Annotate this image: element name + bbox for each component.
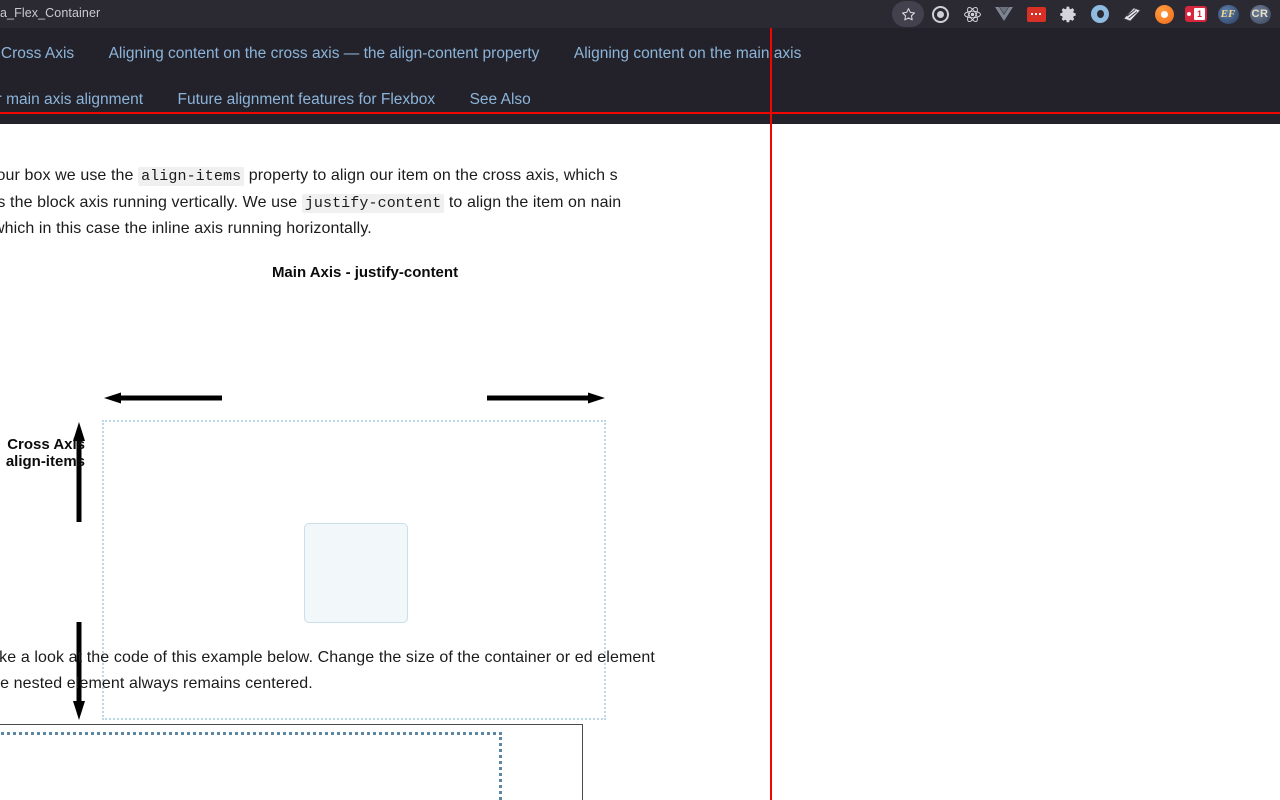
star-icon	[901, 7, 916, 22]
star-pill[interactable]	[892, 1, 924, 27]
cr-badge-icon-button[interactable]: CR	[1244, 0, 1276, 28]
flexbox-axis-diagram: Main Axis - justify-content Cross Axis a…	[0, 124, 660, 624]
ef-badge-icon: EF	[1218, 5, 1239, 24]
page-content: enter our box we use the align-items pro…	[0, 124, 1280, 800]
book-icon	[1122, 6, 1142, 23]
nav-link-align-content[interactable]: Aligning content on the cross axis — the…	[109, 45, 540, 63]
badge-count: 1	[1194, 8, 1205, 20]
target-icon-button[interactable]	[924, 0, 956, 28]
cross-axis-label-line2: align-items	[0, 453, 85, 470]
main-axis-arrow-right	[487, 392, 605, 404]
cross-axis-label: Cross Axis align-items	[0, 436, 85, 470]
red-dots-icon	[1027, 7, 1046, 22]
vue-chevron-icon-button[interactable]	[988, 0, 1020, 28]
red-dots-icon-button[interactable]	[1020, 0, 1052, 28]
vue-chevron-icon	[994, 6, 1014, 22]
book-icon-button[interactable]	[1116, 0, 1148, 28]
browser-titlebar: a_Flex_Container	[0, 0, 1280, 28]
nav-link-future-alignment[interactable]: Future alignment features for Flexbox	[178, 91, 436, 109]
page-nav-panel: e Cross Axis Aligning content on the cro…	[0, 28, 1280, 124]
nav-row-1: e Cross Axis Aligning content on the cro…	[0, 45, 831, 63]
ruler-line-vertical	[770, 28, 772, 800]
main-axis-arrow-left	[104, 392, 222, 404]
browser-tab-title[interactable]: a_Flex_Container	[0, 6, 100, 20]
nav-link-see-also[interactable]: See Also	[470, 91, 531, 109]
nav-row-2: or main axis alignment Future alignment …	[0, 91, 561, 109]
react-atom-icon	[963, 5, 982, 24]
cr-badge-icon: CR	[1250, 5, 1271, 24]
nav-link-main-axis-alignment[interactable]: or main axis alignment	[0, 91, 143, 109]
bookmark-star-button[interactable]	[892, 0, 924, 28]
blue-donut-icon	[1091, 5, 1109, 23]
screenshot-root: a_Flex_Container	[0, 0, 1280, 800]
react-atom-icon-button[interactable]	[956, 0, 988, 28]
red-badge-icon-button[interactable]: 1	[1180, 0, 1212, 28]
ef-badge-icon-button[interactable]: EF	[1212, 0, 1244, 28]
ruler-line-horizontal	[0, 112, 1280, 114]
nav-link-main-axis[interactable]: Aligning content on the main axis	[574, 45, 801, 63]
blue-donut-icon-button[interactable]	[1084, 0, 1116, 28]
nav-link-cross-axis[interactable]: e Cross Axis	[0, 45, 74, 63]
gear-icon-button[interactable]	[1052, 0, 1084, 28]
paragraph-example-note: can take a look at the code of this exam…	[0, 645, 655, 696]
example-inner-dotted-box	[0, 732, 502, 800]
red-badge-icon: 1	[1185, 6, 1207, 22]
orange-circle-icon	[1155, 5, 1174, 24]
target-icon	[932, 6, 949, 23]
orange-circle-icon-button[interactable]	[1148, 0, 1180, 28]
centered-flex-item	[304, 523, 408, 623]
gear-icon	[1059, 5, 1078, 24]
browser-toolbar-icons: 1 EF CR	[892, 0, 1276, 28]
cross-axis-label-line1: Cross Axis	[0, 436, 85, 453]
main-axis-label: Main Axis - justify-content	[230, 264, 500, 281]
